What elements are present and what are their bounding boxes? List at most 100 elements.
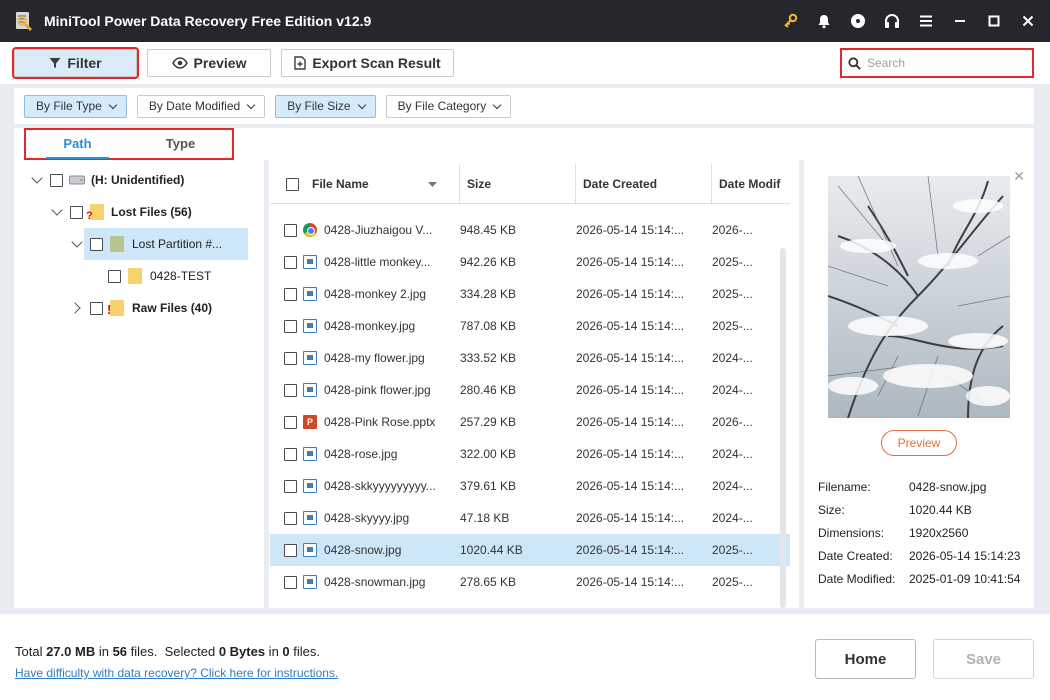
- cell-date-modified: 2025-...: [712, 543, 753, 557]
- row-checkbox[interactable]: [284, 479, 297, 493]
- sort-down-icon[interactable]: [428, 181, 437, 187]
- title-bar: MiniTool Power Data Recovery Free Editio…: [0, 0, 1050, 42]
- jpg-file-icon: [303, 447, 317, 461]
- cell-file-name: 0428-snowman.jpg: [324, 575, 426, 589]
- jpg-file-icon: [303, 351, 317, 365]
- table-row[interactable]: 0428-rose.jpg 322.00 KB 2026-05-14 15:14:.…: [270, 438, 790, 470]
- row-checkbox[interactable]: [284, 543, 297, 557]
- collapse-arrow-icon[interactable]: [70, 237, 84, 251]
- search-icon: [848, 56, 861, 70]
- row-checkbox[interactable]: [284, 447, 297, 461]
- filter-by-file-type[interactable]: By File Type: [24, 94, 127, 118]
- tree-node-0428-test[interactable]: 0428-TEST: [108, 260, 211, 292]
- cell-file-name: 0428-pink flower.jpg: [324, 383, 431, 397]
- table-row[interactable]: P 0428-Pink Rose.pptx 257.29 KB 2026-05-14 …: [270, 406, 790, 438]
- preview-file-button[interactable]: Preview: [881, 430, 957, 456]
- row-checkbox[interactable]: [284, 351, 297, 365]
- checkbox[interactable]: [108, 269, 121, 283]
- select-all-checkbox[interactable]: [286, 178, 299, 191]
- checkbox[interactable]: [50, 173, 63, 187]
- cell-size: 787.08 KB: [460, 319, 517, 333]
- filter-label: By File Category: [397, 99, 487, 113]
- table-row[interactable]: 0428-snowman.jpg 278.65 KB 2026-05-14 15:1…: [270, 566, 790, 598]
- cell-file-name: 0428-Pink Rose.pptx: [324, 415, 436, 429]
- cell-size: 333.52 KB: [460, 351, 517, 365]
- search-input[interactable]: [867, 56, 1027, 70]
- row-checkbox[interactable]: [284, 383, 297, 397]
- column-header-date-modified[interactable]: Date Modif: [712, 164, 790, 204]
- info-value: 0428-snow.jpg: [909, 480, 987, 494]
- expand-arrow-icon[interactable]: [70, 301, 84, 315]
- table-row[interactable]: 0428-skyyyy.jpg 47.18 KB 2026-05-14 15:14:…: [270, 502, 790, 534]
- tree-node-drive[interactable]: (H: Unidentified): [30, 164, 184, 196]
- column-header-size[interactable]: Size: [460, 164, 576, 204]
- headset-icon[interactable]: [882, 11, 902, 31]
- info-value: 2026-05-14 15:14:23: [909, 549, 1021, 563]
- collapse-arrow-icon[interactable]: [50, 205, 64, 219]
- pane-divider[interactable]: [264, 160, 269, 608]
- checkbox[interactable]: [90, 301, 103, 315]
- row-checkbox[interactable]: [284, 415, 297, 429]
- column-label: Size: [467, 177, 492, 191]
- jpg-file-icon: [303, 479, 317, 493]
- row-checkbox[interactable]: [284, 255, 297, 269]
- cell-date-modified: 2025-...: [712, 287, 753, 301]
- cell-date-modified: 2026-...: [712, 415, 753, 429]
- table-row[interactable]: 0428-pink flower.jpg 280.46 KB 2026-05-14 …: [270, 374, 790, 406]
- close-icon[interactable]: [1018, 11, 1038, 31]
- table-row[interactable]: 0428-Jiuzhaigou V... 948.45 KB 2026-05-14 …: [270, 214, 790, 246]
- tree-node-raw-files[interactable]: ! Raw Files (40): [70, 292, 212, 324]
- preview-button[interactable]: Preview: [147, 49, 271, 77]
- minimize-icon[interactable]: [950, 11, 970, 31]
- filter-by-file-category[interactable]: By File Category: [385, 94, 512, 118]
- table-scrollbar[interactable]: [780, 248, 786, 608]
- cell-date-created: 2026-05-14 15:14:...: [576, 383, 685, 397]
- jpg-file-icon: [303, 319, 317, 333]
- home-button[interactable]: Home: [815, 639, 916, 679]
- checkbox[interactable]: [70, 205, 83, 219]
- save-button[interactable]: Save: [933, 639, 1034, 679]
- checkbox[interactable]: [90, 237, 103, 251]
- table-row[interactable]: 0428-little monkey... 942.26 KB 2026-05-14…: [270, 246, 790, 278]
- table-row[interactable]: 0428-my flower.jpg 333.52 KB 2026-05-14 15…: [270, 342, 790, 374]
- column-header-file-name[interactable]: File Name: [305, 164, 460, 204]
- collapse-arrow-icon[interactable]: [30, 173, 44, 187]
- close-preview-icon[interactable]: ✕: [1013, 168, 1025, 185]
- tab-path[interactable]: Path: [26, 129, 129, 159]
- tree-node-lost-files[interactable]: ? Lost Files (56): [50, 196, 192, 228]
- table-header: File Name Size Date Created Date Modif: [270, 164, 790, 204]
- table-row[interactable]: 0428-monkey 2.jpg 334.28 KB 2026-05-14 15:…: [270, 278, 790, 310]
- tab-type[interactable]: Type: [129, 129, 232, 159]
- maximize-icon[interactable]: [984, 11, 1004, 31]
- jpg-file-icon: [303, 543, 317, 557]
- pptx-file-icon: P: [303, 415, 317, 429]
- row-checkbox[interactable]: [284, 511, 297, 525]
- cell-size: 47.18 KB: [460, 511, 510, 525]
- totals-text: files.: [289, 644, 320, 659]
- jpg-file-icon: [303, 575, 317, 589]
- table-row[interactable]: 0428-monkey.jpg 787.08 KB 2026-05-14 15:14…: [270, 310, 790, 342]
- filter-by-file-size[interactable]: By File Size: [275, 94, 376, 118]
- search-box[interactable]: [840, 48, 1034, 78]
- column-label: Date Created: [583, 177, 658, 191]
- menu-icon[interactable]: [916, 11, 936, 31]
- row-checkbox[interactable]: [284, 223, 297, 237]
- row-checkbox[interactable]: [284, 575, 297, 589]
- cell-date-created: 2026-05-14 15:14:...: [576, 575, 685, 589]
- filter-by-date-modified[interactable]: By Date Modified: [136, 94, 266, 118]
- disc-icon[interactable]: [848, 11, 868, 31]
- info-value: 1920x2560: [909, 526, 969, 540]
- filter-button[interactable]: Filter: [12, 47, 139, 79]
- column-header-date-created[interactable]: Date Created: [576, 164, 712, 204]
- bell-icon[interactable]: [814, 11, 834, 31]
- total-size: 27.0 MB: [46, 644, 96, 659]
- export-scan-result-button[interactable]: Export Scan Result: [281, 49, 454, 77]
- preview-image: [828, 176, 1010, 418]
- tree-node-lost-partition[interactable]: Lost Partition #...: [70, 228, 222, 260]
- table-row[interactable]: 0428-skkyyyyyyyyy... 379.61 KB 2026-05-14 …: [270, 470, 790, 502]
- help-link[interactable]: Have difficulty with data recovery? Clic…: [15, 666, 338, 680]
- table-row[interactable]: 0428-snow.jpg 1020.44 KB 2026-05-14 15:14:…: [270, 534, 790, 566]
- row-checkbox[interactable]: [284, 319, 297, 333]
- key-icon[interactable]: [780, 11, 800, 31]
- row-checkbox[interactable]: [284, 287, 297, 301]
